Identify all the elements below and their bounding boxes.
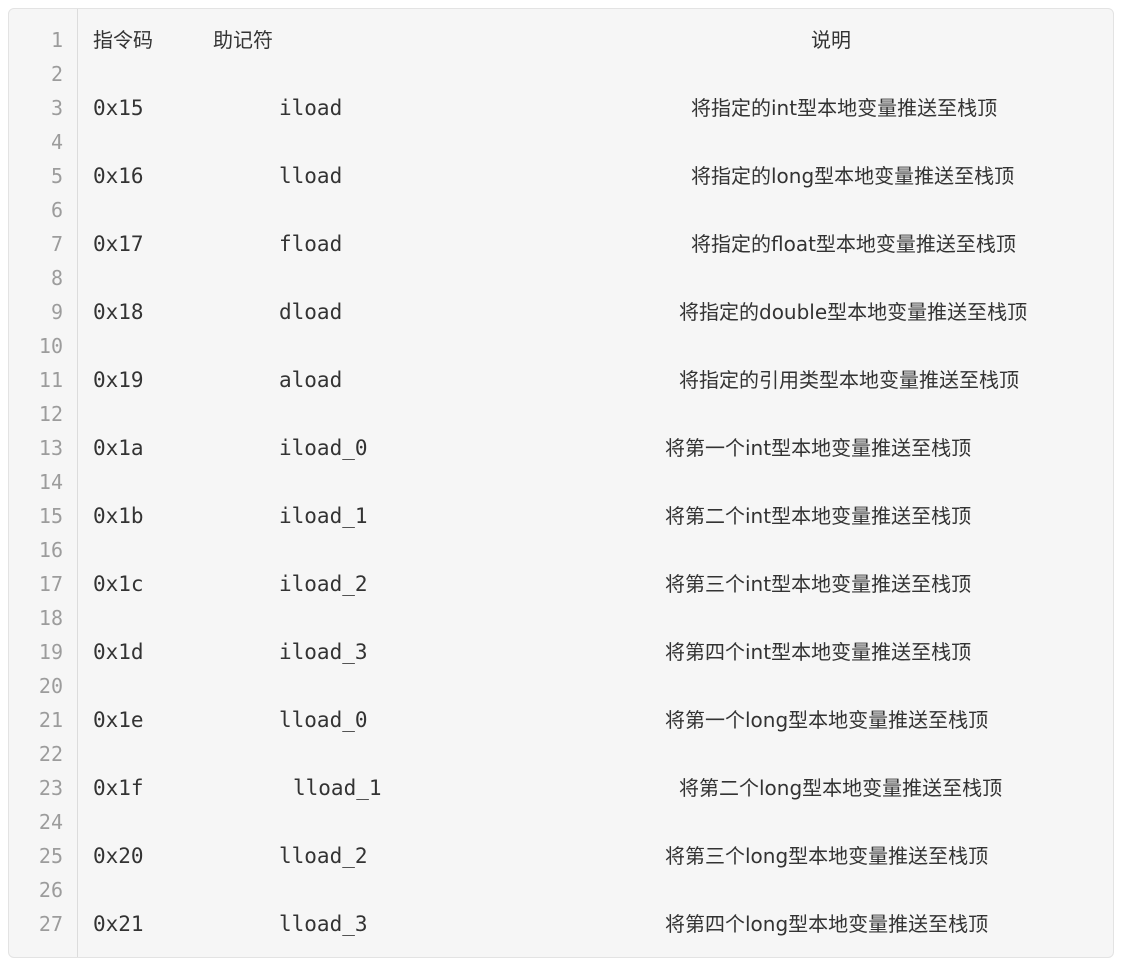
mnemonic-cell: dload [279,300,343,324]
opcode-cell: 指令码 [93,28,153,52]
code-line: 2 [9,57,1113,91]
mnemonic-cell: lload_3 [279,912,368,936]
mnemonic-cell: lload_1 [293,776,382,800]
line-number: 26 [38,878,63,902]
line-number: 15 [38,504,63,528]
line-number: 18 [38,606,63,630]
opcode-cell: 0x15 [93,96,144,120]
code-line: 16 [9,533,1113,567]
line-number: 16 [38,538,63,562]
code-line: 7 0x17 fload 将指定的float型本地变量推送至栈顶 [9,227,1113,261]
code-line: 23 0x1f lload_1 将第二个long型本地变量推送至栈顶 [9,771,1113,805]
code-line: 18 [9,601,1113,635]
code-line: 19 0x1d iload_3 将第四个int型本地变量推送至栈顶 [9,635,1113,669]
code-line: 12 [9,397,1113,431]
description-cell: 将指定的double型本地变量推送至栈顶 [679,300,1028,324]
code-line: 8 [9,261,1113,295]
line-number: 25 [38,844,63,868]
code-line: 1 指令码 助记符 说明 [9,23,1113,57]
opcode-cell: 0x21 [93,912,144,936]
code-line: 14 [9,465,1113,499]
mnemonic-cell: 助记符 [213,28,273,52]
line-number: 22 [38,742,63,766]
description-cell: 将第四个int型本地变量推送至栈顶 [665,640,972,664]
code-line: 21 0x1e lload_0 将第一个long型本地变量推送至栈顶 [9,703,1113,737]
opcode-cell: 0x18 [93,300,144,324]
code-line: 4 [9,125,1113,159]
line-number: 23 [38,776,63,800]
code-line: 6 [9,193,1113,227]
opcode-cell: 0x17 [93,232,144,256]
opcode-cell: 0x1b [93,504,144,528]
opcode-cell: 0x1f [93,776,144,800]
mnemonic-cell: lload [279,164,343,188]
mnemonic-cell: iload_2 [279,572,368,596]
description-cell: 将第二个int型本地变量推送至栈顶 [665,504,972,528]
opcode-cell: 0x1a [93,436,144,460]
code-line: 27 0x21 lload_3 将第四个long型本地变量推送至栈顶 [9,907,1113,941]
code-line: 22 [9,737,1113,771]
line-number: 27 [38,912,63,936]
mnemonic-cell: aload [279,368,343,392]
line-number: 21 [38,708,63,732]
line-number: 5 [50,164,63,188]
description-cell: 将指定的int型本地变量推送至栈顶 [691,96,998,120]
opcode-cell: 0x16 [93,164,144,188]
code-line: 13 0x1a iload_0 将第一个int型本地变量推送至栈顶 [9,431,1113,465]
description-cell: 将第四个long型本地变量推送至栈顶 [665,912,989,936]
opcode-cell: 0x19 [93,368,144,392]
mnemonic-cell: lload_0 [279,708,368,732]
description-cell: 将指定的long型本地变量推送至栈顶 [691,164,1015,188]
description-cell: 说明 [811,28,851,52]
code-line: 15 0x1b iload_1 将第二个int型本地变量推送至栈顶 [9,499,1113,533]
code-line: 20 [9,669,1113,703]
code-line: 3 0x15 iload 将指定的int型本地变量推送至栈顶 [9,91,1113,125]
mnemonic-cell: iload_3 [279,640,368,664]
description-cell: 将指定的引用类型本地变量推送至栈顶 [679,368,1019,392]
description-cell: 将第一个int型本地变量推送至栈顶 [665,436,972,460]
line-number: 24 [38,810,63,834]
line-number: 3 [50,96,63,120]
line-number: 10 [38,334,63,358]
line-number: 6 [50,198,63,222]
line-number: 9 [50,300,63,324]
line-number: 11 [38,368,63,392]
line-number: 7 [50,232,63,256]
opcode-cell: 0x20 [93,844,144,868]
code-line: 9 0x18 dload 将指定的double型本地变量推送至栈顶 [9,295,1113,329]
code-block: 1 指令码 助记符 说明 2 3 0x15 iload 将指定的int型本地变量推送至栈顶 4 5 0… [8,8,1114,958]
opcode-cell: 0x1c [93,572,144,596]
mnemonic-cell: iload_0 [279,436,368,460]
description-cell: 将指定的float型本地变量推送至栈顶 [691,232,1016,256]
mnemonic-cell: fload [279,232,343,256]
code-line: 11 0x19 aload 将指定的引用类型本地变量推送至栈顶 [9,363,1113,397]
description-cell: 将第二个long型本地变量推送至栈顶 [679,776,1003,800]
code-line: 5 0x16 lload 将指定的long型本地变量推送至栈顶 [9,159,1113,193]
mnemonic-cell: lload_2 [279,844,368,868]
line-number: 14 [38,470,63,494]
code-line: 26 [9,873,1113,907]
line-number: 4 [50,130,63,154]
code-line: 10 [9,329,1113,363]
mnemonic-cell: iload_1 [279,504,368,528]
line-number: 8 [50,266,63,290]
line-number: 17 [38,572,63,596]
line-number: 19 [38,640,63,664]
description-cell: 将第一个long型本地变量推送至栈顶 [665,708,989,732]
line-number: 2 [50,62,63,86]
description-cell: 将第三个long型本地变量推送至栈顶 [665,844,989,868]
line-number: 1 [50,28,63,52]
code-line: 24 [9,805,1113,839]
opcode-cell: 0x1e [93,708,144,732]
line-number: 20 [38,674,63,698]
description-cell: 将第三个int型本地变量推送至栈顶 [665,572,972,596]
mnemonic-cell: iload [279,96,343,120]
line-number: 13 [38,436,63,460]
code-line: 25 0x20 lload_2 将第三个long型本地变量推送至栈顶 [9,839,1113,873]
code-line: 17 0x1c iload_2 将第三个int型本地变量推送至栈顶 [9,567,1113,601]
line-number: 12 [38,402,63,426]
opcode-cell: 0x1d [93,640,144,664]
